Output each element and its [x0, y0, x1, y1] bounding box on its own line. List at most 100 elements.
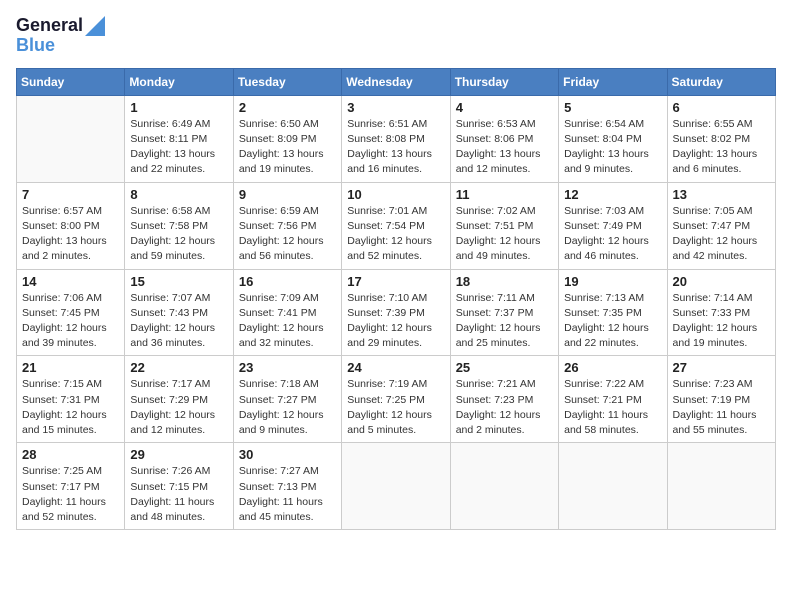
- day-info: Sunrise: 7:18 AMSunset: 7:27 PMDaylight:…: [239, 377, 336, 438]
- day-info: Sunrise: 7:19 AMSunset: 7:25 PMDaylight:…: [347, 377, 444, 438]
- day-info: Sunrise: 6:54 AMSunset: 8:04 PMDaylight:…: [564, 117, 661, 178]
- weekday-header-sunday: Sunday: [17, 68, 125, 95]
- calendar-cell: 15 Sunrise: 7:07 AMSunset: 7:43 PMDayligh…: [125, 269, 233, 356]
- week-row-5: 28Sunrise: 7:25 AMSunset: 7:17 PMDayligh…: [17, 443, 776, 530]
- calendar-cell: 10Sunrise: 7:01 AMSunset: 7:54 PMDayligh…: [342, 182, 450, 269]
- page-header: General Blue: [16, 16, 776, 56]
- weekday-header-monday: Monday: [125, 68, 233, 95]
- calendar-cell: 27 Sunrise: 7:23 AMSunset: 7:19 PMDayligh…: [667, 356, 775, 443]
- day-number: 25: [456, 360, 553, 375]
- day-info: Sunrise: 7:02 AMSunset: 7:51 PMDaylight:…: [456, 204, 553, 265]
- logo-triangle-icon: [85, 16, 105, 36]
- day-info: Sunrise: 6:53 AMSunset: 8:06 PMDaylight:…: [456, 117, 553, 178]
- day-number: 12: [564, 187, 661, 202]
- day-info: Sunrise: 7:06 AMSunset: 7:45 PMDaylight:…: [22, 291, 119, 352]
- calendar-cell: 8 Sunrise: 6:58 AMSunset: 7:58 PMDaylight…: [125, 182, 233, 269]
- weekday-header-tuesday: Tuesday: [233, 68, 341, 95]
- calendar-cell: [667, 443, 775, 530]
- day-info: Sunrise: 7:17 AMSunset: 7:29 PMDaylight:…: [130, 377, 227, 438]
- weekday-header-saturday: Saturday: [667, 68, 775, 95]
- day-number: 4: [456, 100, 553, 115]
- day-info: Sunrise: 7:26 AMSunset: 7:15 PMDaylight:…: [130, 464, 227, 525]
- day-number: 15: [130, 274, 227, 289]
- calendar-cell: [559, 443, 667, 530]
- day-number: 14: [22, 274, 119, 289]
- day-number: 10: [347, 187, 444, 202]
- day-number: 5: [564, 100, 661, 115]
- day-info: Sunrise: 7:03 AMSunset: 7:49 PMDaylight:…: [564, 204, 661, 265]
- calendar-cell: 20 Sunrise: 7:14 AMSunset: 7:33 PMDayligh…: [667, 269, 775, 356]
- day-info: Sunrise: 7:05 AMSunset: 7:47 PMDaylight:…: [673, 204, 770, 265]
- calendar-cell: 18 Sunrise: 7:11 AMSunset: 7:37 PMDayligh…: [450, 269, 558, 356]
- calendar-cell: 23 Sunrise: 7:18 AMSunset: 7:27 PMDayligh…: [233, 356, 341, 443]
- calendar-cell: 2Sunrise: 6:50 AMSunset: 8:09 PMDaylight…: [233, 95, 341, 182]
- calendar-cell: 24 Sunrise: 7:19 AMSunset: 7:25 PMDayligh…: [342, 356, 450, 443]
- calendar-table: SundayMondayTuesdayWednesdayThursdayFrid…: [16, 68, 776, 530]
- logo: General Blue: [16, 16, 105, 56]
- weekday-header-row: SundayMondayTuesdayWednesdayThursdayFrid…: [17, 68, 776, 95]
- day-info: Sunrise: 6:49 AMSunset: 8:11 PMDaylight:…: [130, 117, 227, 178]
- calendar-cell: 21 Sunrise: 7:15 AMSunset: 7:31 PMDayligh…: [17, 356, 125, 443]
- day-info: Sunrise: 7:15 AMSunset: 7:31 PMDaylight:…: [22, 377, 119, 438]
- calendar-cell: 28Sunrise: 7:25 AMSunset: 7:17 PMDayligh…: [17, 443, 125, 530]
- day-info: Sunrise: 6:58 AMSunset: 7:58 PMDaylight:…: [130, 204, 227, 265]
- week-row-4: 21 Sunrise: 7:15 AMSunset: 7:31 PMDayligh…: [17, 356, 776, 443]
- day-number: 21: [22, 360, 119, 375]
- day-info: Sunrise: 7:09 AMSunset: 7:41 PMDaylight:…: [239, 291, 336, 352]
- day-number: 26: [564, 360, 661, 375]
- logo-wordmark: General Blue: [16, 16, 105, 56]
- day-number: 16: [239, 274, 336, 289]
- day-number: 13: [673, 187, 770, 202]
- calendar-cell: 25 Sunrise: 7:21 AMSunset: 7:23 PMDayligh…: [450, 356, 558, 443]
- day-number: 9: [239, 187, 336, 202]
- day-info: Sunrise: 7:22 AMSunset: 7:21 PMDaylight:…: [564, 377, 661, 438]
- day-info: Sunrise: 7:27 AMSunset: 7:13 PMDaylight:…: [239, 464, 336, 525]
- calendar-cell: 4 Sunrise: 6:53 AMSunset: 8:06 PMDaylight…: [450, 95, 558, 182]
- calendar-cell: 16 Sunrise: 7:09 AMSunset: 7:41 PMDayligh…: [233, 269, 341, 356]
- day-info: Sunrise: 7:07 AMSunset: 7:43 PMDaylight:…: [130, 291, 227, 352]
- day-number: 27: [673, 360, 770, 375]
- day-number: 30: [239, 447, 336, 462]
- day-number: 20: [673, 274, 770, 289]
- day-number: 19: [564, 274, 661, 289]
- day-info: Sunrise: 7:23 AMSunset: 7:19 PMDaylight:…: [673, 377, 770, 438]
- day-info: Sunrise: 7:10 AMSunset: 7:39 PMDaylight:…: [347, 291, 444, 352]
- day-number: 8: [130, 187, 227, 202]
- calendar-cell: 1 Sunrise: 6:49 AMSunset: 8:11 PMDaylight…: [125, 95, 233, 182]
- week-row-1: 1 Sunrise: 6:49 AMSunset: 8:11 PMDaylight…: [17, 95, 776, 182]
- calendar-cell: 13 Sunrise: 7:05 AMSunset: 7:47 PMDayligh…: [667, 182, 775, 269]
- calendar-cell: 9Sunrise: 6:59 AMSunset: 7:56 PMDaylight…: [233, 182, 341, 269]
- day-info: Sunrise: 7:14 AMSunset: 7:33 PMDaylight:…: [673, 291, 770, 352]
- weekday-header-wednesday: Wednesday: [342, 68, 450, 95]
- calendar-cell: [342, 443, 450, 530]
- day-info: Sunrise: 7:13 AMSunset: 7:35 PMDaylight:…: [564, 291, 661, 352]
- day-number: 3: [347, 100, 444, 115]
- calendar-cell: 11Sunrise: 7:02 AMSunset: 7:51 PMDayligh…: [450, 182, 558, 269]
- calendar-cell: 30 Sunrise: 7:27 AMSunset: 7:13 PMDayligh…: [233, 443, 341, 530]
- calendar-cell: 3 Sunrise: 6:51 AMSunset: 8:08 PMDaylight…: [342, 95, 450, 182]
- calendar-cell: 14 Sunrise: 7:06 AMSunset: 7:45 PMDayligh…: [17, 269, 125, 356]
- calendar-cell: 12 Sunrise: 7:03 AMSunset: 7:49 PMDayligh…: [559, 182, 667, 269]
- day-number: 23: [239, 360, 336, 375]
- calendar-cell: 26 Sunrise: 7:22 AMSunset: 7:21 PMDayligh…: [559, 356, 667, 443]
- day-info: Sunrise: 7:21 AMSunset: 7:23 PMDaylight:…: [456, 377, 553, 438]
- day-number: 24: [347, 360, 444, 375]
- day-info: Sunrise: 7:11 AMSunset: 7:37 PMDaylight:…: [456, 291, 553, 352]
- week-row-3: 14 Sunrise: 7:06 AMSunset: 7:45 PMDayligh…: [17, 269, 776, 356]
- day-info: Sunrise: 6:55 AMSunset: 8:02 PMDaylight:…: [673, 117, 770, 178]
- calendar-cell: 29Sunrise: 7:26 AMSunset: 7:15 PMDayligh…: [125, 443, 233, 530]
- calendar-cell: [17, 95, 125, 182]
- day-info: Sunrise: 6:51 AMSunset: 8:08 PMDaylight:…: [347, 117, 444, 178]
- day-number: 7: [22, 187, 119, 202]
- day-info: Sunrise: 7:25 AMSunset: 7:17 PMDaylight:…: [22, 464, 119, 525]
- day-number: 22: [130, 360, 227, 375]
- calendar-cell: [450, 443, 558, 530]
- calendar-cell: 7Sunrise: 6:57 AMSunset: 8:00 PMDaylight…: [17, 182, 125, 269]
- calendar-cell: 22 Sunrise: 7:17 AMSunset: 7:29 PMDayligh…: [125, 356, 233, 443]
- calendar-cell: 6Sunrise: 6:55 AMSunset: 8:02 PMDaylight…: [667, 95, 775, 182]
- calendar-cell: 17Sunrise: 7:10 AMSunset: 7:39 PMDayligh…: [342, 269, 450, 356]
- day-number: 18: [456, 274, 553, 289]
- weekday-header-friday: Friday: [559, 68, 667, 95]
- day-number: 1: [130, 100, 227, 115]
- calendar-cell: 19 Sunrise: 7:13 AMSunset: 7:35 PMDayligh…: [559, 269, 667, 356]
